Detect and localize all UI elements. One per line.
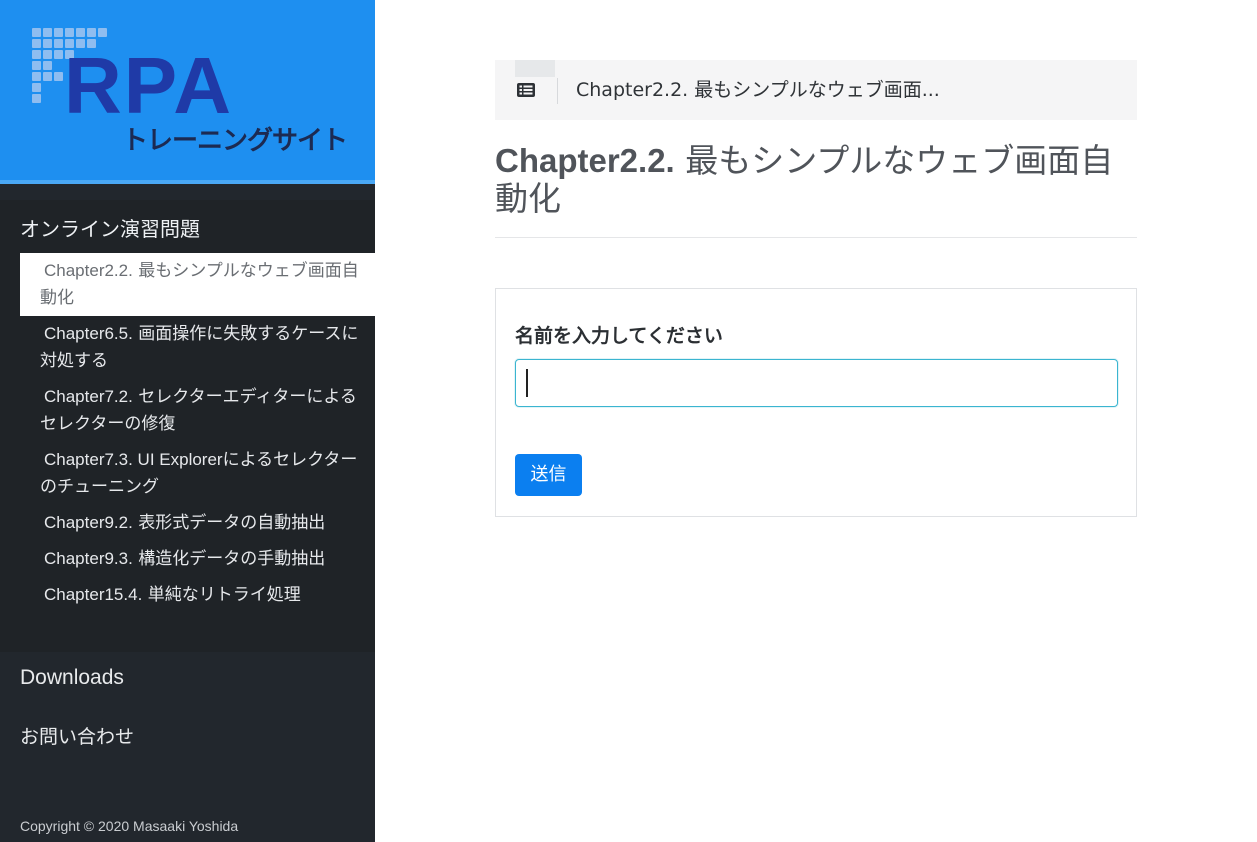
sidebar-item-prefix: Chapter2.2.: [44, 261, 133, 280]
exercise-menu: オンライン演習問題 Chapter2.2. 最もシンプルなウェブ画面自動化 Ch…: [0, 200, 375, 652]
sidebar-item-prefix: Chapter6.5.: [44, 324, 133, 343]
copyright: Copyright © 2020 Masaaki Yoshida: [20, 818, 239, 834]
sidebar-item-chapter2-2[interactable]: Chapter2.2. 最もシンプルなウェブ画面自動化: [20, 253, 375, 316]
name-field-label: 名前を入力してください: [515, 325, 723, 347]
exercise-list: Chapter2.2. 最もシンプルなウェブ画面自動化 Chapter6.5. …: [20, 253, 375, 613]
sidebar-item-prefix: Chapter9.3.: [44, 549, 133, 568]
site-logo[interactable]: RPA トレーニングサイト: [0, 0, 375, 180]
page-title: Chapter2.2. 最もシンプルなウェブ画面自動化: [495, 142, 1137, 218]
sidebar-item-chapter9-2[interactable]: Chapter9.2. 表形式データの自動抽出: [20, 505, 375, 541]
nav-downloads[interactable]: Downloads: [20, 663, 124, 693]
sidebar-item-chapter7-2[interactable]: Chapter7.2. セレクターエディターによるセレクターの修復: [20, 379, 375, 442]
sidebar-item-prefix: Chapter9.2.: [44, 513, 133, 532]
breadcrumb-tab: [515, 60, 555, 77]
name-form-card: 名前を入力してください 送信: [495, 288, 1137, 517]
sidebar-item-prefix: Chapter7.2.: [44, 387, 133, 406]
logo-divider: [0, 180, 375, 184]
nav-contact[interactable]: お問い合わせ: [20, 722, 134, 752]
sidebar-item-prefix: Chapter15.4.: [44, 585, 143, 604]
list-icon: [517, 83, 535, 97]
title-divider: [495, 237, 1137, 238]
text-caret: [526, 369, 528, 397]
breadcrumb-separator: [557, 78, 558, 104]
sidebar-item-prefix: Chapter7.3. UI Explorer: [44, 450, 223, 469]
breadcrumb-current: Chapter2.2. 最もシンプルなウェブ画面...: [576, 79, 940, 101]
breadcrumb: Chapter2.2. 最もシンプルなウェブ画面...: [495, 60, 1137, 120]
logo-subtitle: トレーニングサイト: [122, 126, 348, 156]
logo-title: RPA: [64, 41, 233, 130]
sidebar-item-chapter9-3[interactable]: Chapter9.3. 構造化データの手動抽出: [20, 541, 375, 577]
sidebar-item-label: 表形式データの自動抽出: [132, 513, 326, 533]
sidebar-item-chapter15-4[interactable]: Chapter15.4. 単純なリトライ処理: [20, 577, 375, 613]
sidebar-item-label: 単純なリトライ処理: [142, 585, 301, 605]
sidebar-item-chapter6-5[interactable]: Chapter6.5. 画面操作に失敗するケースに対処する: [20, 316, 375, 379]
sidebar: RPA トレーニングサイト オンライン演習問題 Chapter2.2. 最もシン…: [0, 0, 375, 842]
submit-button[interactable]: 送信: [515, 454, 582, 496]
name-input[interactable]: [515, 359, 1118, 407]
main-content: Chapter2.2. 最もシンプルなウェブ画面... Chapter2.2. …: [495, 60, 1137, 517]
sidebar-item-label: 構造化データの手動抽出: [132, 549, 326, 569]
sidebar-item-chapter7-3[interactable]: Chapter7.3. UI Explorerによるセレクターのチューニング: [20, 442, 375, 505]
menu-section-title: オンライン演習問題: [20, 217, 200, 241]
page-title-prefix: Chapter2.2.: [495, 142, 675, 179]
